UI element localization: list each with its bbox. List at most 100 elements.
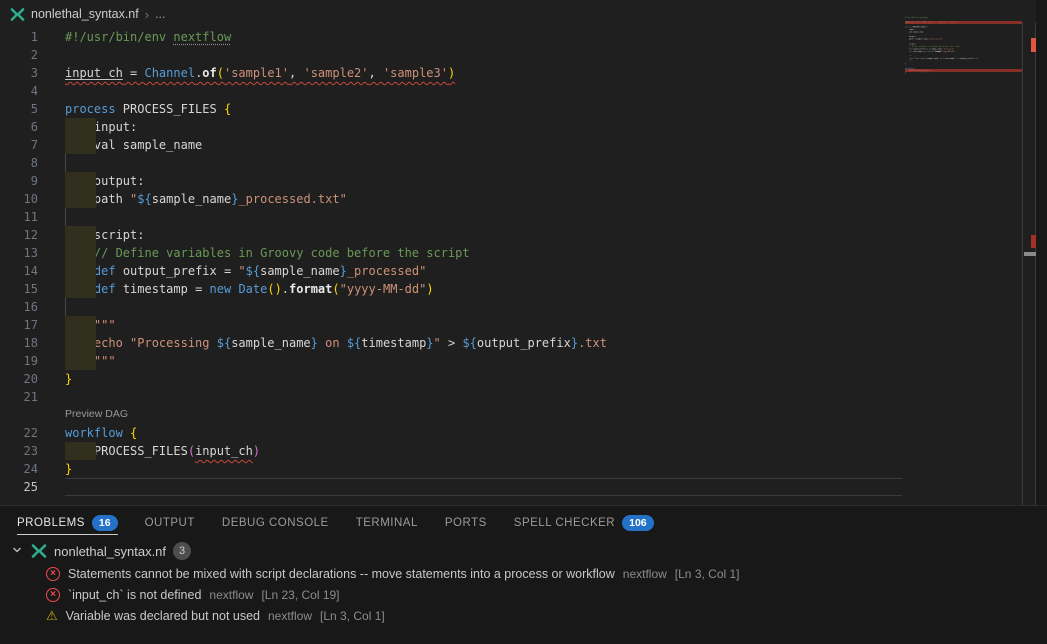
code-line[interactable]: 11 xyxy=(0,208,1036,226)
code-line[interactable]: 15 def timestamp = new Date().format("yy… xyxy=(0,280,1036,298)
code-line-content: input_ch = Channel.of('sample1', 'sample… xyxy=(65,66,455,80)
line-number[interactable]: 21 xyxy=(0,388,38,406)
code-line[interactable]: 21 xyxy=(0,388,1036,406)
code-token: new xyxy=(210,282,232,296)
tab-count-badge: 16 xyxy=(92,515,118,531)
code-line[interactable]: 25 xyxy=(0,478,1036,496)
code-line-content: } xyxy=(65,462,72,476)
error-icon: × xyxy=(46,567,60,581)
code-line[interactable]: 4 xyxy=(0,82,1036,100)
problem-row[interactable]: ⚠Variable was declared but not usednextf… xyxy=(0,605,1047,626)
code-line[interactable]: 12 script: xyxy=(0,226,1036,244)
problem-location: [Ln 23, Col 19] xyxy=(261,588,339,602)
code-line[interactable]: 18 echo "Processing ${sample_name} on ${… xyxy=(0,334,1036,352)
line-number[interactable]: 8 xyxy=(0,154,38,172)
breadcrumb-file[interactable]: nonlethal_syntax.nf xyxy=(31,7,139,21)
tab-spell-checker[interactable]: SPELL CHECKER106 xyxy=(514,506,654,539)
indent-highlight xyxy=(65,244,96,262)
code-line[interactable]: 3 input_ch = Channel.of('sample1', 'sampl… xyxy=(0,64,1036,82)
line-number[interactable]: 2 xyxy=(0,46,38,64)
line-number[interactable]: 3 xyxy=(0,64,38,82)
code-line[interactable]: 5 process PROCESS_FILES { xyxy=(0,100,1036,118)
code-line[interactable]: 20} xyxy=(0,370,1036,388)
line-number[interactable]: 1 xyxy=(0,28,38,46)
code-line[interactable]: 8 xyxy=(0,154,1036,172)
line-number[interactable]: 5 xyxy=(0,100,38,118)
line-number[interactable]: 22 xyxy=(0,424,38,442)
code-token: PROCESS_FILES xyxy=(94,444,188,458)
minimap[interactable]: #!/usr/bin/env nextflowinput_ch = Channe… xyxy=(905,16,1022,111)
code-line[interactable]: 2 xyxy=(0,46,1036,64)
code-token: nextflow xyxy=(173,30,231,44)
line-number[interactable]: 4 xyxy=(0,82,38,100)
tab-terminal[interactable]: TERMINAL xyxy=(356,506,418,539)
chevron-down-icon[interactable] xyxy=(10,543,24,560)
codelens-preview-dag[interactable]: Preview DAG xyxy=(0,406,1036,424)
indent-highlight xyxy=(65,442,96,460)
warning-icon: ⚠ xyxy=(46,609,58,623)
code-token: sample_name xyxy=(231,336,310,350)
line-number[interactable]: 19 xyxy=(0,352,38,370)
problems-file-group[interactable]: nonlethal_syntax.nf 3 xyxy=(0,539,1047,563)
indent-highlight xyxy=(65,190,96,208)
line-number[interactable]: 23 xyxy=(0,442,38,460)
tab-problems[interactable]: PROBLEMS16 xyxy=(17,506,118,539)
problem-row[interactable]: ×Statements cannot be mixed with script … xyxy=(0,563,1047,584)
line-number[interactable]: 20 xyxy=(0,370,38,388)
line-number[interactable]: 15 xyxy=(0,280,38,298)
code-token: process xyxy=(65,102,116,116)
code-token: ${ xyxy=(217,336,231,350)
tab-output[interactable]: OUTPUT xyxy=(145,506,195,539)
tab-label: TERMINAL xyxy=(356,517,418,529)
code-token: { xyxy=(224,102,231,116)
current-line-highlight xyxy=(65,478,902,496)
line-number[interactable]: 9 xyxy=(0,172,38,190)
code-token: > xyxy=(441,336,463,350)
code-line[interactable] xyxy=(905,74,1013,76)
code-line[interactable]: 17 """ xyxy=(0,316,1036,334)
problem-source: nextflow xyxy=(268,609,312,623)
code-line-content: } xyxy=(65,372,72,386)
problems-file-count-badge: 3 xyxy=(173,542,191,560)
code-area[interactable]: 1#!/usr/bin/env nextflow23input_ch = Cha… xyxy=(0,28,1036,496)
code-line[interactable]: 9 output: xyxy=(0,172,1036,190)
code-token: format xyxy=(289,282,332,296)
breadcrumb-more[interactable]: ... xyxy=(155,7,165,21)
line-number[interactable]: 12 xyxy=(0,226,38,244)
code-line[interactable]: 19 """ xyxy=(0,352,1036,370)
code-token: } xyxy=(571,336,578,350)
problem-location: [Ln 3, Col 1] xyxy=(320,609,385,623)
line-number[interactable]: 17 xyxy=(0,316,38,334)
code-token: PROCESS_FILES xyxy=(116,102,224,116)
nextflow-icon xyxy=(10,7,25,22)
line-number[interactable]: 6 xyxy=(0,118,38,136)
code-line[interactable]: 24} xyxy=(0,460,1036,478)
line-number[interactable]: 18 xyxy=(0,334,38,352)
code-token: } xyxy=(65,462,72,476)
code-line[interactable]: 22workflow { xyxy=(0,424,1036,442)
code-token: input_ch xyxy=(195,444,253,458)
line-number[interactable]: 7 xyxy=(0,136,38,154)
code-line[interactable]: 6 input: xyxy=(0,118,1036,136)
code-line[interactable]: 16 xyxy=(0,298,1036,316)
code-line[interactable]: 1#!/usr/bin/env nextflow xyxy=(0,28,1036,46)
line-number[interactable]: 11 xyxy=(0,208,38,226)
breadcrumb[interactable]: nonlethal_syntax.nf › ... xyxy=(0,0,1036,28)
line-number[interactable]: 10 xyxy=(0,190,38,208)
code-line[interactable]: 10 path "${sample_name}_processed.txt" xyxy=(0,190,1036,208)
line-number[interactable]: 24 xyxy=(0,460,38,478)
line-number[interactable]: 13 xyxy=(0,244,38,262)
code-token: 'sample2' xyxy=(303,66,368,80)
code-line[interactable]: 13 // Define variables in Groovy code be… xyxy=(0,244,1036,262)
tab-ports[interactable]: PORTS xyxy=(445,506,487,539)
problem-row[interactable]: ×`input_ch` is not definednextflow[Ln 23… xyxy=(0,584,1047,605)
tab-debug-console[interactable]: DEBUG CONSOLE xyxy=(222,506,329,539)
code-line[interactable]: 23 PROCESS_FILES(input_ch) xyxy=(0,442,1036,460)
line-number[interactable]: 25 xyxy=(0,478,38,496)
code-line[interactable]: 14 def output_prefix = "${sample_name}_p… xyxy=(0,262,1036,280)
overview-ruler-scrollbar[interactable] xyxy=(1022,22,1036,505)
line-number[interactable]: 16 xyxy=(0,298,38,316)
line-number[interactable]: 14 xyxy=(0,262,38,280)
code-token: ( xyxy=(188,444,195,458)
code-line[interactable]: 7 val sample_name xyxy=(0,136,1036,154)
